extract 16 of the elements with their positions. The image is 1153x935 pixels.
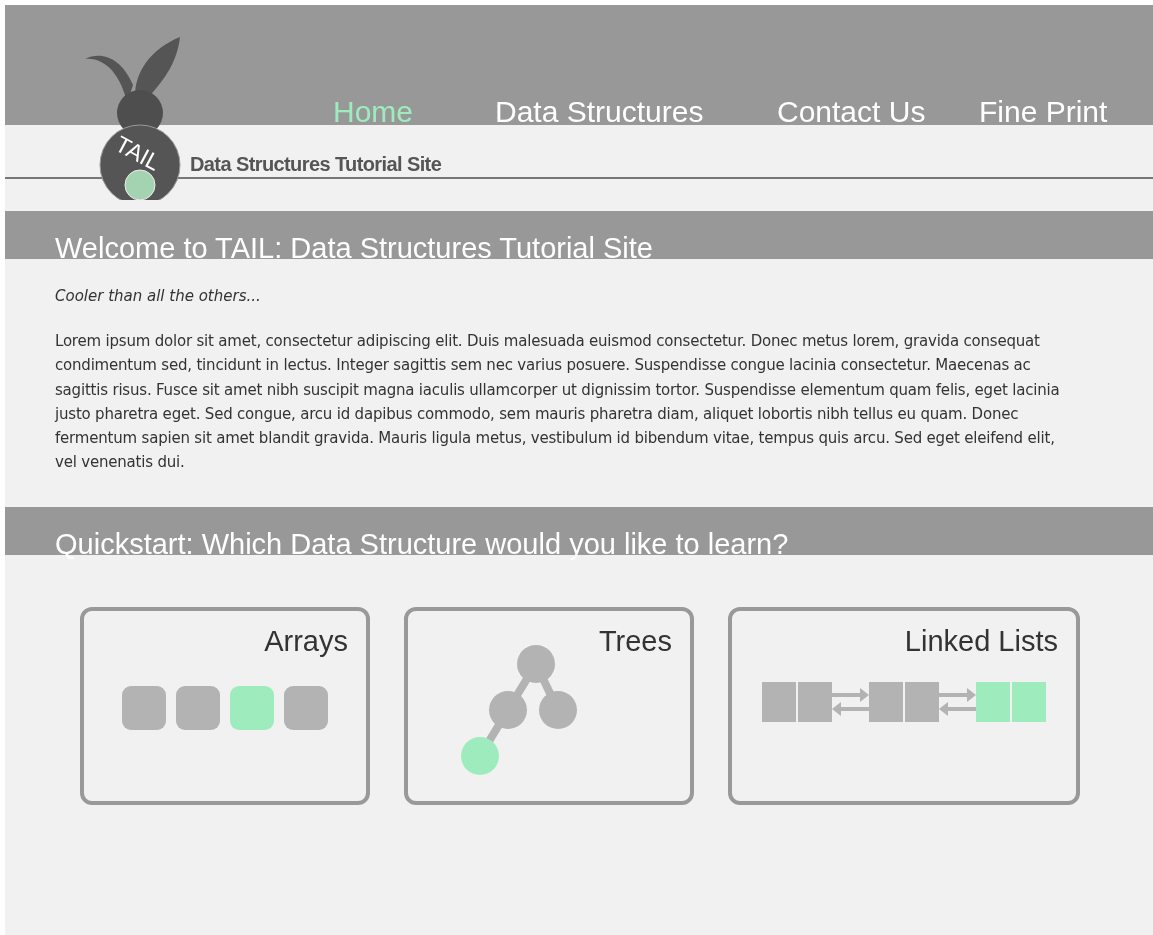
structure-card[interactable]: Arrays xyxy=(80,606,370,805)
structure-card[interactable]: Linked Lists xyxy=(728,606,1080,805)
tagline: Cooler than all the others... xyxy=(55,287,262,305)
logo-text: TAIL xyxy=(111,130,165,176)
nav-link[interactable]: Data Structures xyxy=(495,95,777,129)
card-title: Arrays xyxy=(264,624,348,658)
section-title: Quickstart: Which Data Structure would you like to learn? xyxy=(55,526,789,561)
card-title: Trees xyxy=(598,624,672,658)
nav-link[interactable]: Home xyxy=(333,95,495,129)
section-title: Welcome to TAIL: Data Structures Tutorial Site xyxy=(55,231,653,265)
body-paragraph: Lorem ipsum dolor sit amet, consectetur adipiscing elit. Duis malesuada euismod consectetur. Donec metus lorem, gravida consequat condimentum sed, tincidunt in lectus. Integer sagittis sem nec varius posuere. Suspendisse congue lacinia consectetur. Maecenas ac sagittis risus. Fusce sit amet nibh suscipit magna iaculis ullamcorper ut dignissim tortor. Suspendisse elementum quam felis, eget lacinia justo pharetra eget. Sed congue, arcu id dapibus commodo, sem mauris pharetra diam, aliquet lobortis nibh tellus eu quam. Donec fermentum sapien sit amet blandit gravida. Mauris ligula metus, vestibulum id bibendum vitae, tempus quis arcu. Sed eget eleifend elit, vel venenatis dui. xyxy=(55,331,1061,474)
structure-card[interactable]: Trees xyxy=(404,606,694,805)
nav-link[interactable]: Contact Us xyxy=(777,95,979,129)
card-title: Linked Lists xyxy=(904,624,1058,658)
site-name: Data Structures Tutorial Site xyxy=(190,152,442,176)
nav-link[interactable]: Fine Print xyxy=(979,95,1108,129)
